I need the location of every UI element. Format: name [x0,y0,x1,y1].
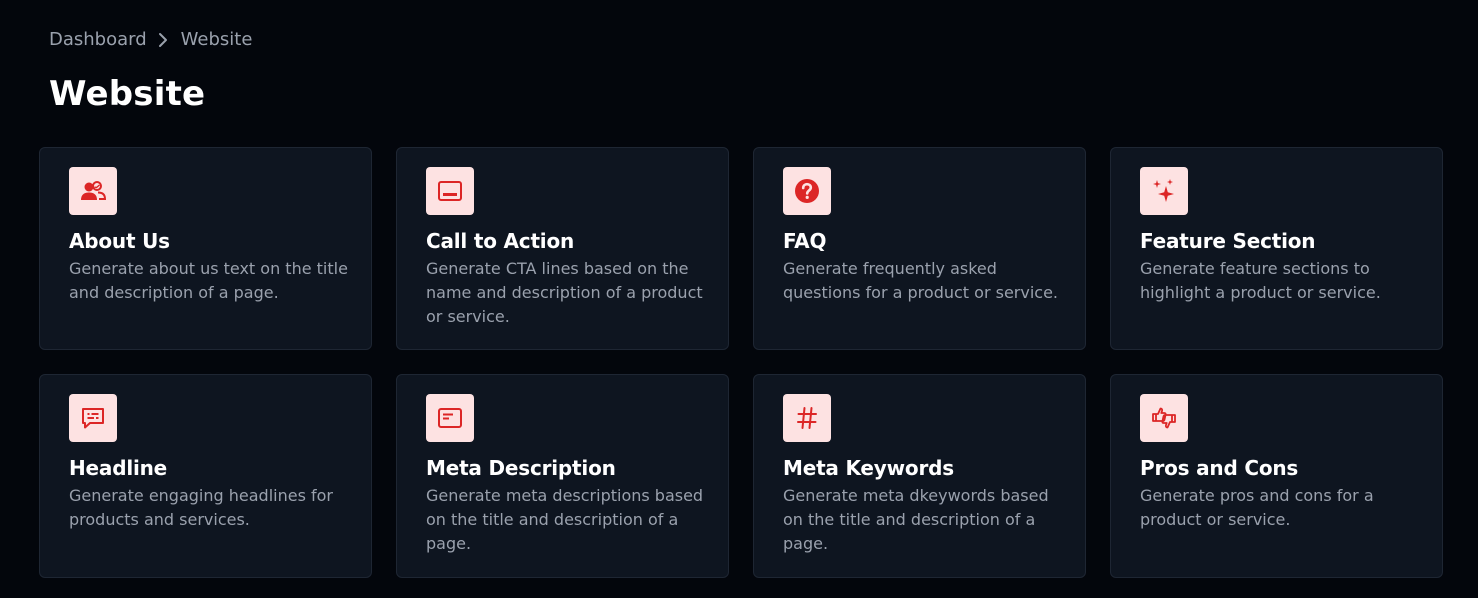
card-title: Meta Description [426,456,616,480]
users-icon [69,167,117,215]
page: Dashboard Website Website About Us Gener… [0,0,1478,598]
tool-card-grid: About Us Generate about us text on the t… [39,147,1444,578]
card-meta-keywords[interactable]: Meta Keywords Generate meta dkeywords ba… [753,374,1086,578]
browser-icon [426,394,474,442]
card-title: FAQ [783,229,827,253]
card-title: About Us [69,229,170,253]
card-pros-and-cons[interactable]: Pros and Cons Generate pros and cons for… [1110,374,1443,578]
card-description: Generate engaging headlines for products… [69,486,333,529]
card-title: Feature Section [1140,229,1316,253]
card-title: Pros and Cons [1140,456,1299,480]
chevron-right-icon [157,31,171,49]
card-description: Generate meta dkeywords based on the tit… [783,486,1049,553]
card-description: Generate CTA lines based on the name and… [426,259,703,326]
card-title: Headline [69,456,168,480]
card-title: Call to Action [426,229,575,253]
card-faq[interactable]: FAQ Generate frequently asked questions … [753,147,1086,350]
card-description: Generate pros and cons for a product or … [1140,486,1374,529]
breadcrumb: Dashboard Website [49,29,252,50]
card-about-us[interactable]: About Us Generate about us text on the t… [39,147,372,350]
breadcrumb-current: Website [180,29,253,50]
card-description: Generate frequently asked questions for … [783,259,1058,302]
card-title: Meta Keywords [783,456,954,480]
breadcrumb-dashboard-link[interactable]: Dashboard [49,29,147,50]
card-description: Generate meta descriptions based on the … [426,486,704,553]
card-meta-description[interactable]: Meta Description Generate meta descripti… [396,374,729,578]
window-bar-icon [426,167,474,215]
sparkles-icon [1140,167,1188,215]
hash-icon [783,394,831,442]
chat-text-icon [69,394,117,442]
thumbs-icon [1140,394,1188,442]
page-title: Website [49,74,206,114]
card-call-to-action[interactable]: Call to Action Generate CTA lines based … [396,147,729,350]
question-circle-icon [783,167,831,215]
card-headline[interactable]: Headline Generate engaging headlines for… [39,374,372,578]
card-feature-section[interactable]: Feature Section Generate feature section… [1110,147,1443,350]
card-description: Generate about us text on the title and … [69,259,348,302]
card-description: Generate feature sections to highlight a… [1140,259,1381,302]
